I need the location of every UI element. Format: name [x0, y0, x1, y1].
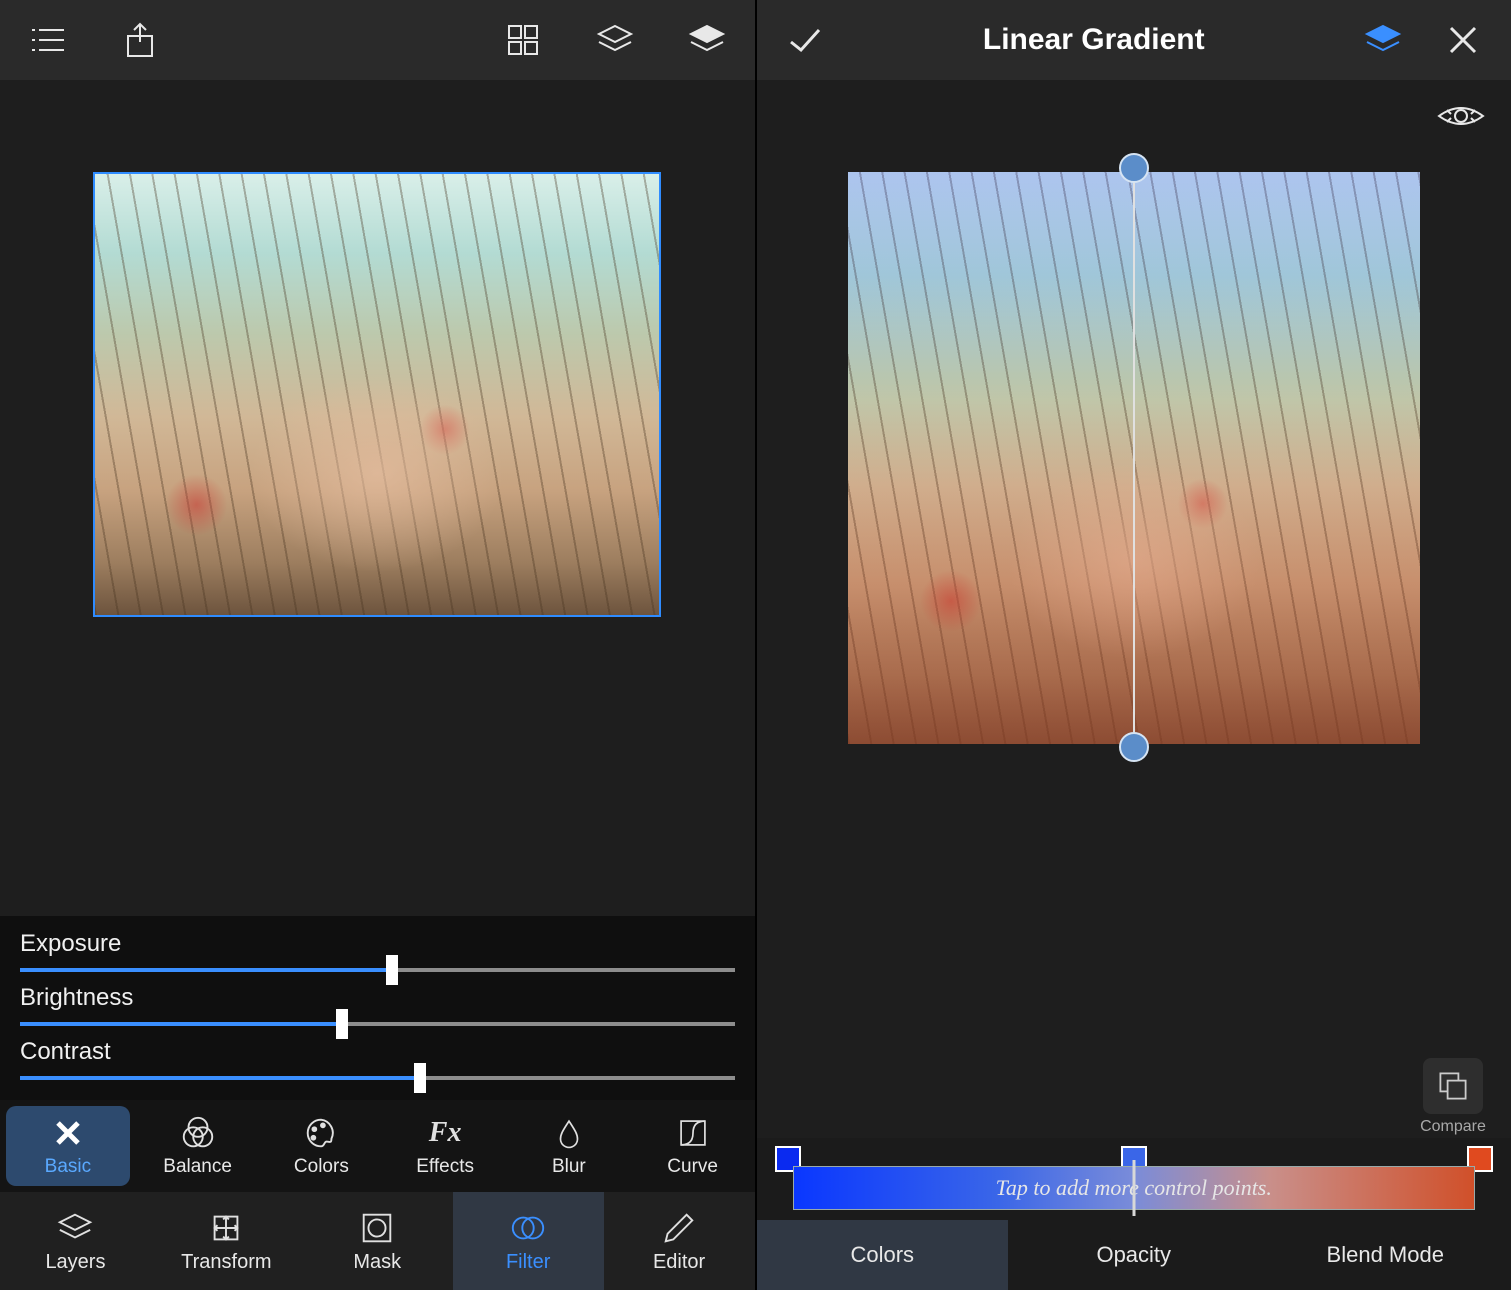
- nav-filter[interactable]: Filter: [453, 1192, 604, 1290]
- filter-label: Balance: [163, 1156, 232, 1178]
- filter-label: Curve: [667, 1156, 718, 1178]
- filter-label: Blur: [552, 1156, 586, 1178]
- palette-icon: [302, 1114, 340, 1152]
- slider-thumb[interactable]: [414, 1063, 426, 1093]
- slider-track[interactable]: [20, 1022, 735, 1026]
- top-toolbar-right: Linear Gradient: [757, 0, 1511, 80]
- image-canvas[interactable]: [93, 172, 661, 617]
- slider-label: Contrast: [20, 1038, 735, 1066]
- nav-mask[interactable]: Mask: [302, 1192, 453, 1290]
- nav-label: Layers: [45, 1251, 105, 1274]
- layer-outline-icon[interactable]: [595, 20, 635, 60]
- filter-icon: [509, 1209, 547, 1247]
- slider-brightness: Brightness: [20, 984, 735, 1026]
- page-title: Linear Gradient: [825, 23, 1364, 57]
- slider-thumb[interactable]: [386, 955, 398, 985]
- slider-label: Exposure: [20, 930, 735, 958]
- grid-icon[interactable]: [503, 20, 543, 60]
- nav-layers[interactable]: Layers: [0, 1192, 151, 1290]
- gradient-divider[interactable]: [1132, 1160, 1135, 1216]
- slider-track[interactable]: [20, 968, 735, 972]
- compare-button[interactable]: Compare: [1415, 1058, 1491, 1136]
- nav-editor[interactable]: Editor: [604, 1192, 755, 1290]
- drop-icon: [552, 1114, 586, 1152]
- venn-icon: [179, 1114, 217, 1152]
- filter-blur[interactable]: Blur: [507, 1100, 631, 1192]
- sliders-section: Exposure Brightness Contrast: [0, 916, 755, 1100]
- gradient-tabs: Colors Opacity Blend Mode: [757, 1220, 1511, 1290]
- gradient-handle-bottom[interactable]: [1119, 732, 1149, 762]
- slider-track[interactable]: [20, 1076, 735, 1080]
- filter-categories: Basic Balance Colors Fx Effects Blur: [0, 1100, 755, 1192]
- visibility-icon[interactable]: [1437, 100, 1485, 137]
- nav-label: Transform: [181, 1251, 271, 1274]
- filter-label: Colors: [294, 1156, 349, 1178]
- layer-filled-icon[interactable]: [687, 20, 727, 60]
- layers-blue-icon[interactable]: [1363, 20, 1403, 60]
- pencil-icon: [660, 1209, 698, 1247]
- confirm-icon[interactable]: [785, 20, 825, 60]
- gradient-axis-line[interactable]: [1133, 166, 1135, 750]
- canvas-area-left[interactable]: [0, 80, 755, 916]
- nav-transform[interactable]: Transform: [151, 1192, 302, 1290]
- slider-label: Brightness: [20, 984, 735, 1012]
- filter-basic[interactable]: Basic: [6, 1106, 130, 1186]
- mask-icon: [358, 1209, 396, 1247]
- bottom-nav: Layers Transform Mask Filter Editor: [0, 1192, 755, 1290]
- nav-label: Filter: [506, 1251, 550, 1274]
- nav-label: Editor: [653, 1251, 705, 1274]
- nav-label: Mask: [353, 1251, 401, 1274]
- tab-colors[interactable]: Colors: [757, 1220, 1009, 1290]
- editor-panel-left: Exposure Brightness Contrast: [0, 0, 757, 1290]
- filter-effects[interactable]: Fx Effects: [383, 1100, 507, 1192]
- transform-icon: [207, 1209, 245, 1247]
- x-icon: [48, 1114, 88, 1152]
- canvas-area-right[interactable]: [757, 80, 1511, 1138]
- compare-icon: [1423, 1058, 1483, 1114]
- filter-colors[interactable]: Colors: [260, 1100, 384, 1192]
- filter-curve[interactable]: Curve: [631, 1100, 755, 1192]
- slider-contrast: Contrast: [20, 1038, 735, 1080]
- filter-label: Basic: [45, 1156, 91, 1178]
- slider-exposure: Exposure: [20, 930, 735, 972]
- compare-label: Compare: [1420, 1118, 1486, 1136]
- filter-label: Effects: [416, 1156, 474, 1178]
- layers-icon: [56, 1209, 94, 1247]
- filter-balance[interactable]: Balance: [136, 1100, 260, 1192]
- tab-blend-mode[interactable]: Blend Mode: [1260, 1220, 1511, 1290]
- editor-panel-right: Linear Gradient Compare: [757, 0, 1511, 1290]
- slider-thumb[interactable]: [336, 1009, 348, 1039]
- gradient-handle-top[interactable]: [1119, 153, 1149, 183]
- share-icon[interactable]: [120, 20, 160, 60]
- tab-opacity[interactable]: Opacity: [1008, 1220, 1260, 1290]
- gradient-strip: Tap to add more control points.: [757, 1138, 1511, 1220]
- curve-icon: [676, 1114, 710, 1152]
- top-toolbar-left: [0, 0, 755, 80]
- list-icon[interactable]: [28, 20, 68, 60]
- close-icon[interactable]: [1443, 20, 1483, 60]
- fx-icon: Fx: [429, 1114, 462, 1152]
